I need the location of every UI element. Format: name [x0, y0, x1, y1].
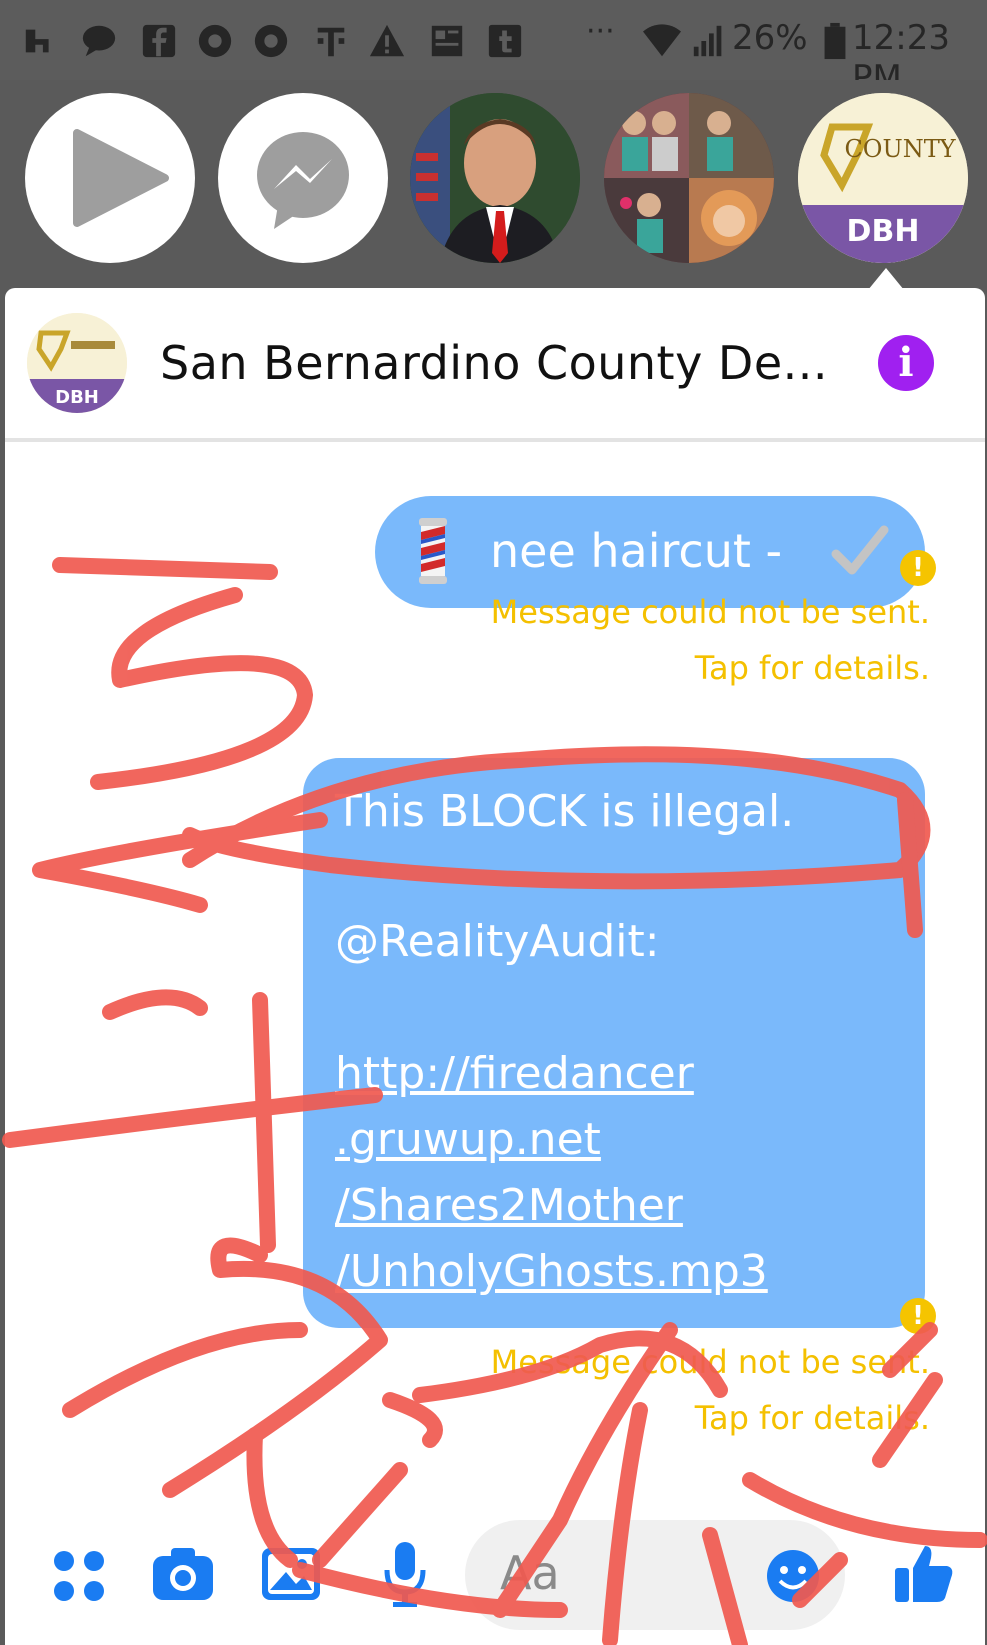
play-chat-head[interactable] [25, 93, 195, 263]
message-input[interactable]: Aa [465, 1520, 845, 1630]
signal-icon [693, 25, 722, 57]
dbh-logo-county-text: COUNTY [844, 135, 956, 163]
gallery-icon[interactable] [260, 1544, 322, 1604]
collage-photo [604, 93, 774, 263]
message-link[interactable]: /UnholyGhosts.mp3 [335, 1246, 768, 1297]
chat-notification-icon [82, 25, 116, 57]
status-bar: ··· 26% 12:23 PM [0, 0, 987, 98]
conversation-avatar[interactable]: DBH [27, 313, 127, 413]
send-error-text: Message could not be sent. [490, 1343, 930, 1381]
contact-chat-head[interactable] [410, 93, 580, 263]
dbh-logo: COUNTY DBH [798, 93, 968, 263]
camera-icon[interactable] [151, 1544, 215, 1604]
message-line: @RealityAudit: [335, 916, 660, 967]
person-photo [410, 93, 580, 263]
battery-icon [824, 22, 846, 60]
send-error-detail: Tap for details. [694, 1399, 930, 1437]
dbh-chat-head[interactable]: COUNTY DBH [798, 93, 968, 263]
messenger-chat-head[interactable] [218, 93, 388, 263]
apps-icon[interactable] [51, 1548, 107, 1604]
send-error-notice[interactable]: Message could not be sent. Tap for detai… [230, 584, 930, 696]
alert-notification-icon [369, 24, 405, 57]
more-notifications-icon: ··· [586, 14, 615, 49]
wifi-icon [643, 24, 681, 57]
chrome-notification-icon [254, 24, 288, 58]
avatar-label: DBH [55, 387, 99, 408]
tumblr-notification-icon [488, 24, 522, 58]
chat-panel: DBH San Bernardino County De... i nee ha… [5, 288, 985, 1645]
message-bubble[interactable]: This BLOCK is illegal. @RealityAudit: ht… [303, 758, 925, 1328]
microphone-icon[interactable] [383, 1540, 427, 1608]
chat-header: DBH San Bernardino County De... i [5, 288, 985, 442]
message-link[interactable]: http://firedancer [335, 1048, 694, 1099]
dbh-avatar-logo: DBH [27, 313, 127, 413]
message-line: This BLOCK is illegal. [335, 786, 795, 837]
message-text: nee haircut - [490, 524, 783, 578]
warning-icon[interactable]: ! [900, 1298, 936, 1334]
dbh-logo-label: DBH [847, 214, 920, 249]
play-icon [73, 129, 169, 227]
conversation-title[interactable]: San Bernardino County De... [160, 336, 828, 390]
message-link[interactable]: /Shares2Mother [335, 1180, 683, 1231]
message-link[interactable]: .gruwup.net [335, 1114, 601, 1165]
chrome-notification-icon [198, 24, 232, 58]
tmobile-notification-icon [317, 27, 345, 57]
news-notification-icon [431, 25, 463, 57]
thumbs-up-icon[interactable] [893, 1542, 955, 1604]
send-error-detail: Tap for details. [694, 649, 930, 687]
facebook-notification-icon [142, 24, 176, 58]
warning-icon[interactable]: ! [900, 550, 936, 586]
group-chat-head[interactable] [604, 93, 774, 263]
chat-head-pointer [868, 268, 904, 290]
send-error-notice[interactable]: Message could not be sent. Tap for detai… [230, 1334, 930, 1446]
check-icon [831, 525, 889, 575]
send-error-text: Message could not be sent. [490, 593, 930, 631]
messenger-icon [257, 132, 349, 229]
message-input-placeholder: Aa [500, 1546, 560, 1600]
app-notification-icon [25, 29, 49, 53]
info-glyph: i [898, 339, 914, 386]
info-icon[interactable]: i [878, 335, 934, 391]
barber-pole-icon [419, 518, 447, 584]
emoji-icon[interactable] [765, 1548, 821, 1604]
composer-bar: Aa [5, 1500, 985, 1645]
battery-percent: 26% [732, 18, 808, 58]
